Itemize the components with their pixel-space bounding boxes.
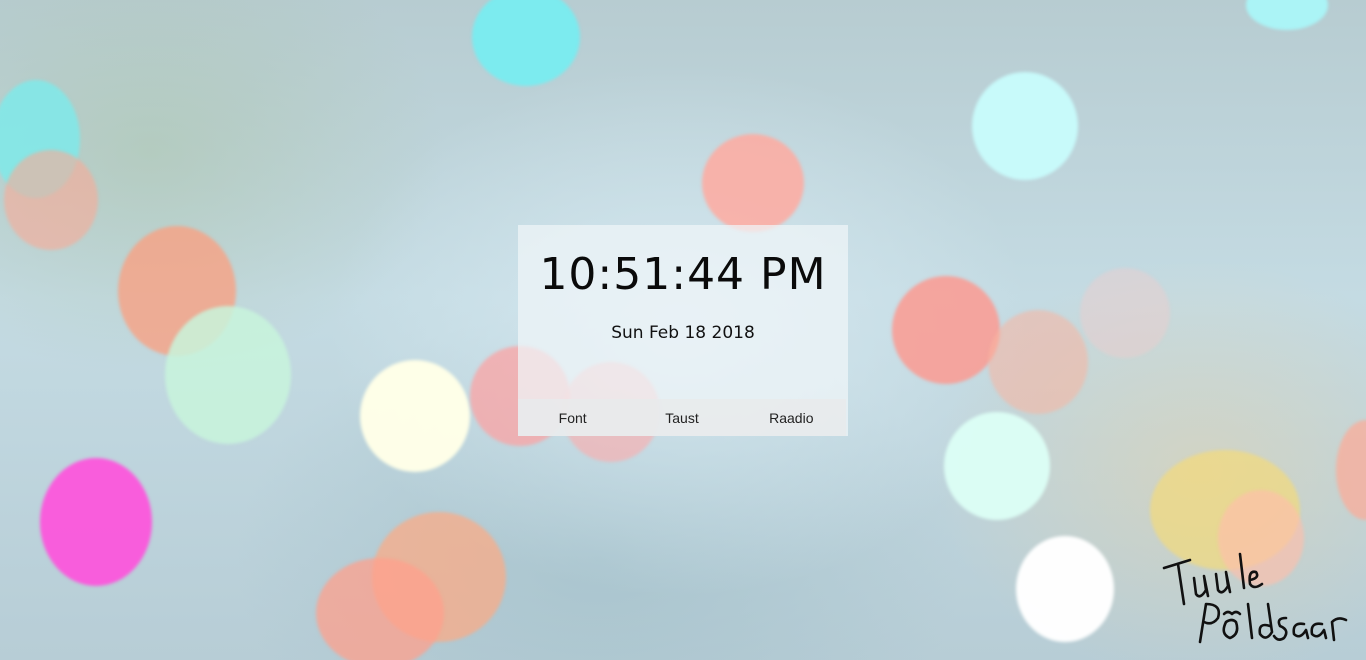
font-button[interactable]: Font (518, 399, 627, 436)
radio-button[interactable]: Raadio (737, 399, 846, 436)
author-signature (1162, 552, 1348, 644)
bokeh-light (4, 150, 98, 250)
clock-time: 10:51:44 PM (539, 249, 827, 300)
bokeh-light (40, 458, 152, 586)
bokeh-light (472, 0, 580, 86)
bokeh-light (972, 72, 1078, 180)
settings-menu: Font Taust Raadio (518, 399, 846, 436)
bokeh-light (360, 360, 470, 472)
background-button[interactable]: Taust (627, 399, 736, 436)
bokeh-light (944, 412, 1050, 520)
bokeh-light (1016, 536, 1114, 642)
clock-date: Sun Feb 18 2018 (611, 323, 755, 343)
bokeh-light (702, 134, 804, 232)
bokeh-light (1336, 420, 1366, 520)
bokeh-light (316, 558, 444, 660)
bokeh-light (1246, 0, 1328, 30)
